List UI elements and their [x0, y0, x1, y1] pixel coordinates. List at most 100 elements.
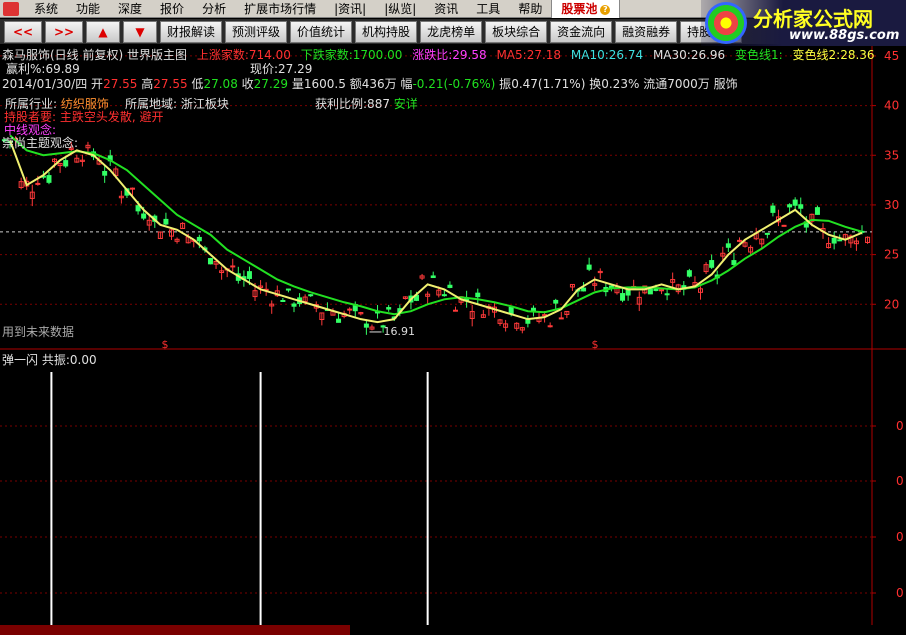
- change-value: -0.21(-0.76%): [412, 77, 496, 91]
- candle-body: [475, 292, 481, 298]
- candle-body: [792, 199, 798, 206]
- sector-value: 服饰: [713, 77, 738, 91]
- bottom-scroll-bar[interactable]: [0, 625, 350, 635]
- candle-body: [386, 307, 392, 310]
- profit-value: 69.89: [45, 62, 80, 76]
- float-label: 流通: [643, 77, 668, 91]
- region-value: 浙江板块: [180, 97, 229, 111]
- warning-text: 持股者要: 主跌空头发散, 避开: [4, 110, 164, 124]
- menu-stock-pool[interactable]: 股票池?: [551, 0, 621, 18]
- down-arrow-icon[interactable]: ▼: [123, 20, 157, 43]
- sub-y-tick-label: 0: [896, 474, 904, 488]
- theme-row: 崇尚主题观念:: [2, 136, 78, 150]
- flower-logo-icon: [705, 2, 747, 44]
- warning-row: 持股者要: 主跌空头发散, 避开: [4, 110, 164, 124]
- candle-body: [725, 243, 731, 248]
- profit-label: 赢利%:: [6, 62, 46, 76]
- candle-body: [452, 309, 458, 312]
- menu-help[interactable]: 帮助: [509, 0, 551, 18]
- ratio-label: 涨跌比:: [412, 48, 453, 62]
- trend2-value: 变色线2:28.36: [792, 48, 875, 62]
- y-tick-label: 30: [884, 198, 899, 212]
- quote-date: 2014/01/30/四: [2, 77, 88, 91]
- menu-overview[interactable]: |纵览|: [375, 0, 425, 18]
- menu-analysis[interactable]: 分析: [193, 0, 235, 18]
- low-marker-label: 16.91: [384, 325, 416, 338]
- toolbar-institution-holding-button[interactable]: 机构持股: [355, 20, 418, 43]
- industry-value: 纺织服饰: [60, 97, 109, 111]
- low-value: 27.08: [203, 77, 238, 91]
- pe-label: 获利比例: [315, 97, 364, 111]
- menu-info[interactable]: 资讯: [425, 0, 467, 18]
- candle-body: [798, 204, 804, 209]
- candle-body: [508, 306, 514, 315]
- candle-body: [787, 204, 793, 208]
- ma5-line: [9, 140, 863, 324]
- menu-tools[interactable]: 工具: [467, 0, 509, 18]
- candle-body: [285, 288, 291, 291]
- candle-body: [837, 239, 843, 242]
- menu-stock-pool-label: 股票池: [561, 2, 598, 16]
- toolbar-financial-report-button[interactable]: 财报解读: [160, 20, 223, 43]
- candle-body: [709, 260, 715, 268]
- high-value: 27.55: [153, 77, 188, 91]
- candle-body: [336, 318, 342, 323]
- menu-depth[interactable]: 深度: [109, 0, 151, 18]
- y-tick-label: 20: [884, 297, 899, 311]
- ma5-value: 27.18: [526, 48, 562, 62]
- up-count-label: 上涨家数:: [196, 48, 249, 62]
- candle-body: [781, 224, 787, 227]
- candle-body: [46, 175, 52, 183]
- volume-value: 1600.5: [303, 77, 346, 91]
- candle-body: [447, 284, 453, 288]
- industry-label: 所属行业:: [5, 97, 58, 111]
- signal-marker: $: [592, 338, 599, 350]
- candle-body: [736, 239, 742, 242]
- candle-body: [659, 289, 665, 292]
- candle-body: [586, 264, 592, 270]
- menu-function[interactable]: 功能: [67, 0, 109, 18]
- candle-body: [731, 260, 737, 266]
- candle-body: [291, 303, 297, 307]
- info-badge-icon: ?: [600, 4, 611, 15]
- signal-marker: $: [162, 338, 169, 350]
- sub-y-tick-label: 0: [896, 419, 904, 433]
- amplitude-label: 振: [499, 77, 512, 91]
- prev-stock-button[interactable]: <<: [4, 20, 42, 43]
- sub-chart-value: 0.00: [69, 353, 97, 367]
- trend-label: 变色线1:: [735, 48, 783, 62]
- profit-row: 赢利%:69.89: [6, 62, 80, 76]
- turnover-label: 换: [589, 77, 602, 91]
- turnover-value: 0.23%: [601, 77, 640, 91]
- candle-body: [430, 275, 436, 279]
- menu-quote[interactable]: 报价: [151, 0, 193, 18]
- menu-info-section[interactable]: |资讯|: [325, 0, 375, 18]
- main-price-chart[interactable]: 45 40 35 30 25 20 16.91 $ $: [0, 46, 906, 350]
- toolbar-dragon-tiger-button[interactable]: 龙虎榜单: [420, 20, 483, 43]
- candle-body: [653, 288, 659, 291]
- amount-label: 额: [349, 77, 362, 91]
- candle-body: [230, 265, 236, 268]
- volume-label: 量: [291, 77, 304, 91]
- up-arrow-icon[interactable]: ▲: [86, 20, 120, 43]
- candle-body: [441, 294, 447, 297]
- low-label: 低: [191, 77, 204, 91]
- toolbar-forecast-rating-button[interactable]: 预测评级: [225, 20, 288, 43]
- candle-body: [764, 232, 770, 235]
- candle-body: [35, 182, 41, 185]
- toolbar-margin-button[interactable]: 融资融券: [615, 20, 678, 43]
- toolbar-sector-button[interactable]: 板块综合: [485, 20, 548, 43]
- sub-indicator-chart[interactable]: 0 0 0 0: [0, 350, 906, 625]
- next-stock-button[interactable]: >>: [45, 20, 83, 43]
- toolbar-value-stats-button[interactable]: 价值统计: [290, 20, 353, 43]
- brand-url: www.88gs.com: [789, 28, 900, 43]
- candle-body: [130, 187, 136, 190]
- ma30-value: 26.96: [690, 48, 726, 62]
- menu-system[interactable]: 系统: [25, 0, 67, 18]
- menu-extended-market[interactable]: 扩展市场行情: [235, 0, 325, 18]
- open-value: 27.55: [103, 77, 138, 91]
- toolbar-capital-flow-button[interactable]: 资金流向: [550, 20, 613, 43]
- ma10-label: MA10:: [570, 48, 609, 62]
- candle-body: [207, 258, 213, 265]
- close-label: 收: [241, 77, 254, 91]
